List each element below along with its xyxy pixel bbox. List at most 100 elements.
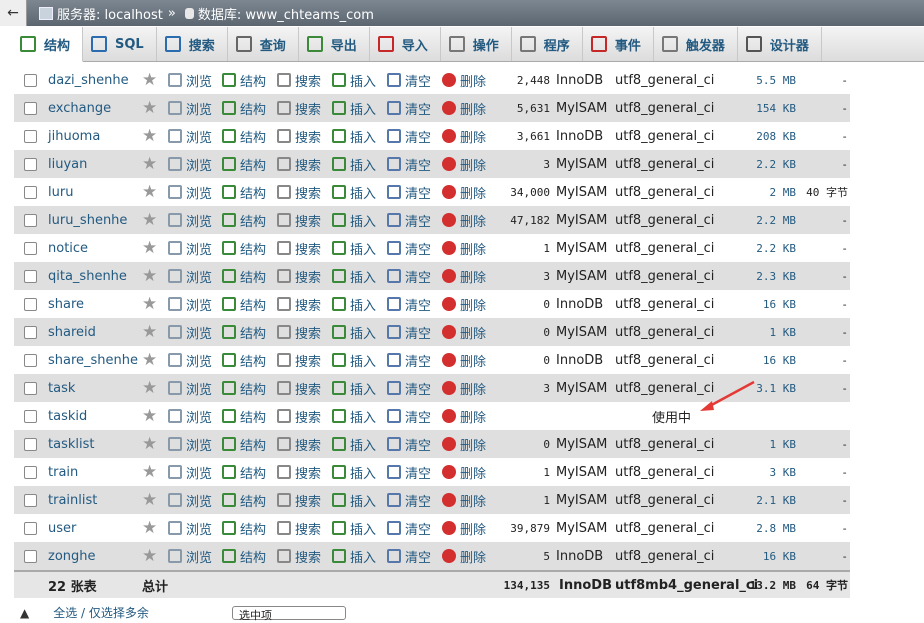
structure-action[interactable]: 结构 — [222, 323, 266, 342]
structure-action[interactable]: 结构 — [222, 491, 266, 510]
structure-action[interactable]: 结构 — [222, 519, 266, 538]
favorite-star-icon[interactable]: ★ — [142, 239, 157, 257]
browse-action[interactable]: 浏览 — [168, 463, 212, 482]
tab-7[interactable]: 程序 — [511, 27, 583, 61]
drop-action[interactable]: 删除 — [442, 519, 486, 538]
row-checkbox[interactable] — [24, 186, 37, 199]
search-action[interactable]: 搜索 — [277, 267, 321, 286]
table-name-link[interactable]: dazi_shenhe — [48, 73, 129, 88]
favorite-star-icon[interactable]: ★ — [142, 463, 157, 481]
drop-action[interactable]: 删除 — [442, 267, 486, 286]
structure-action[interactable]: 结构 — [222, 155, 266, 174]
browse-action[interactable]: 浏览 — [168, 155, 212, 174]
favorite-star-icon[interactable]: ★ — [142, 71, 157, 89]
drop-action[interactable]: 删除 — [442, 435, 486, 454]
structure-action[interactable]: 结构 — [222, 547, 266, 566]
search-action[interactable]: 搜索 — [277, 491, 321, 510]
row-checkbox[interactable] — [24, 214, 37, 227]
search-action[interactable]: 搜索 — [277, 407, 321, 426]
row-checkbox[interactable] — [24, 270, 37, 283]
insert-action[interactable]: 插入 — [332, 211, 376, 230]
structure-action[interactable]: 结构 — [222, 183, 266, 202]
breadcrumb-server[interactable]: 服务器: localhost — [57, 4, 163, 23]
table-name-link[interactable]: shareid — [48, 325, 96, 340]
search-action[interactable]: 搜索 — [277, 519, 321, 538]
insert-action[interactable]: 插入 — [332, 155, 376, 174]
drop-action[interactable]: 删除 — [442, 407, 486, 426]
drop-action[interactable]: 删除 — [442, 71, 486, 90]
browse-action[interactable]: 浏览 — [168, 407, 212, 426]
table-name-link[interactable]: share — [48, 297, 84, 312]
search-action[interactable]: 搜索 — [277, 323, 321, 342]
search-action[interactable]: 搜索 — [277, 183, 321, 202]
tab-5[interactable]: 导入 — [369, 27, 441, 61]
table-name-link[interactable]: trainlist — [48, 493, 97, 508]
structure-action[interactable]: 结构 — [222, 435, 266, 454]
table-name-link[interactable]: luru — [48, 185, 73, 200]
breadcrumb-database[interactable]: 数据库: www_chteams_com — [198, 4, 374, 23]
insert-action[interactable]: 插入 — [332, 71, 376, 90]
drop-action[interactable]: 删除 — [442, 99, 486, 118]
drop-action[interactable]: 删除 — [442, 379, 486, 398]
browse-action[interactable]: 浏览 — [168, 519, 212, 538]
browse-action[interactable]: 浏览 — [168, 351, 212, 370]
structure-action[interactable]: 结构 — [222, 71, 266, 90]
favorite-star-icon[interactable]: ★ — [142, 351, 157, 369]
table-name-link[interactable]: liuyan — [48, 157, 87, 172]
search-action[interactable]: 搜索 — [277, 99, 321, 118]
row-checkbox[interactable] — [24, 74, 37, 87]
browse-action[interactable]: 浏览 — [168, 295, 212, 314]
row-checkbox[interactable] — [24, 466, 37, 479]
drop-action[interactable]: 删除 — [442, 323, 486, 342]
insert-action[interactable]: 插入 — [332, 323, 376, 342]
structure-action[interactable]: 结构 — [222, 239, 266, 258]
empty-action[interactable]: 清空 — [387, 183, 431, 202]
tab-8[interactable]: 事件 — [582, 27, 654, 61]
empty-action[interactable]: 清空 — [387, 519, 431, 538]
search-action[interactable]: 搜索 — [277, 155, 321, 174]
browse-action[interactable]: 浏览 — [168, 435, 212, 454]
browse-action[interactable]: 浏览 — [168, 127, 212, 146]
structure-action[interactable]: 结构 — [222, 463, 266, 482]
empty-action[interactable]: 清空 — [387, 127, 431, 146]
back-arrow-icon[interactable]: ← — [0, 0, 27, 26]
drop-action[interactable]: 删除 — [442, 183, 486, 202]
empty-action[interactable]: 清空 — [387, 407, 431, 426]
browse-action[interactable]: 浏览 — [168, 183, 212, 202]
structure-action[interactable]: 结构 — [222, 267, 266, 286]
drop-action[interactable]: 删除 — [442, 351, 486, 370]
favorite-star-icon[interactable]: ★ — [142, 267, 157, 285]
table-name-link[interactable]: luru_shenhe — [48, 213, 127, 228]
insert-action[interactable]: 插入 — [332, 519, 376, 538]
structure-action[interactable]: 结构 — [222, 351, 266, 370]
browse-action[interactable]: 浏览 — [168, 491, 212, 510]
search-action[interactable]: 搜索 — [277, 547, 321, 566]
favorite-star-icon[interactable]: ★ — [142, 155, 157, 173]
drop-action[interactable]: 删除 — [442, 127, 486, 146]
search-action[interactable]: 搜索 — [277, 351, 321, 370]
empty-action[interactable]: 清空 — [387, 267, 431, 286]
table-name-link[interactable]: qita_shenhe — [48, 269, 127, 284]
insert-action[interactable]: 插入 — [332, 99, 376, 118]
insert-action[interactable]: 插入 — [332, 435, 376, 454]
insert-action[interactable]: 插入 — [332, 491, 376, 510]
tab-1[interactable]: SQL — [83, 27, 157, 61]
tab-2[interactable]: 搜索 — [156, 27, 228, 61]
favorite-star-icon[interactable]: ★ — [142, 211, 157, 229]
structure-action[interactable]: 结构 — [222, 99, 266, 118]
table-name-link[interactable]: user — [48, 521, 76, 536]
favorite-star-icon[interactable]: ★ — [142, 519, 157, 537]
row-checkbox[interactable] — [24, 354, 37, 367]
tab-4[interactable]: 导出 — [298, 27, 370, 61]
row-checkbox[interactable] — [24, 130, 37, 143]
row-checkbox[interactable] — [24, 326, 37, 339]
search-action[interactable]: 搜索 — [277, 211, 321, 230]
row-checkbox[interactable] — [24, 382, 37, 395]
table-name-link[interactable]: train — [48, 465, 78, 480]
browse-action[interactable]: 浏览 — [168, 71, 212, 90]
empty-action[interactable]: 清空 — [387, 155, 431, 174]
with-selected-dropdown[interactable]: 选中项 — [232, 606, 346, 622]
insert-action[interactable]: 插入 — [332, 183, 376, 202]
empty-action[interactable]: 清空 — [387, 295, 431, 314]
table-name-link[interactable]: zonghe — [48, 549, 96, 564]
